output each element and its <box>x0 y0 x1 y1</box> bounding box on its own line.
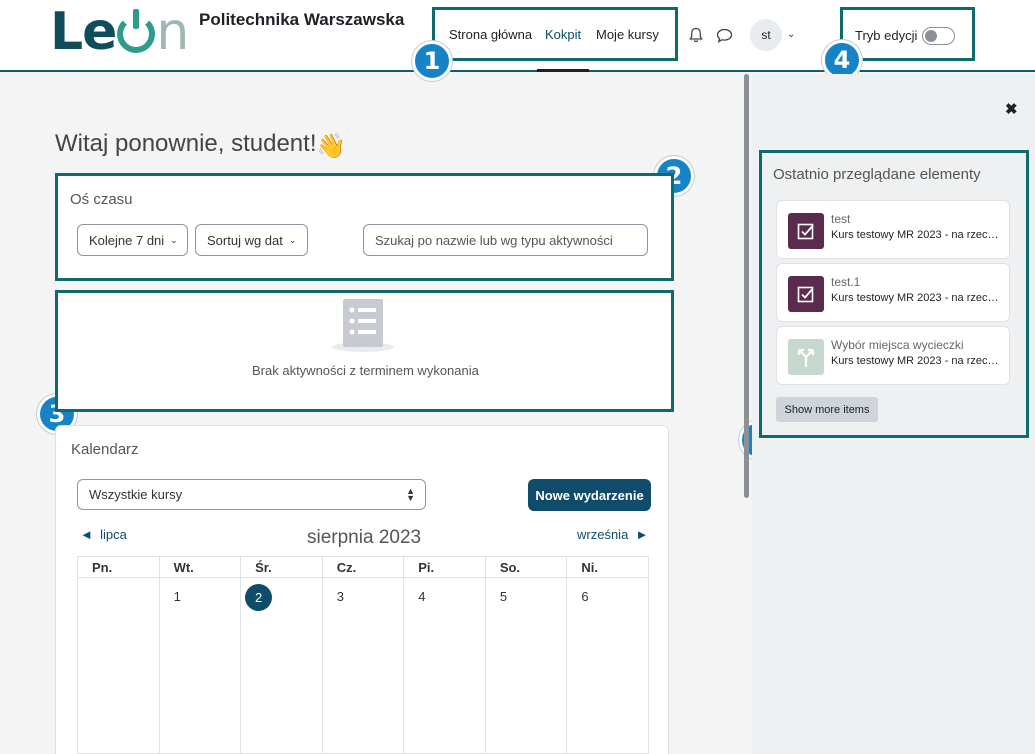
bell-icon[interactable] <box>688 27 704 43</box>
weekday-header: So. <box>484 556 568 578</box>
next-month-link[interactable]: września ► <box>577 527 648 542</box>
weekday-header: Pn. <box>77 556 160 578</box>
today-marker: 2 <box>245 584 273 611</box>
recent-item-name: Wybór miejsca wycieczki <box>831 338 964 352</box>
calendar-day-empty <box>77 577 160 754</box>
recent-items-title: Ostatnio przeglądane elementy <box>773 166 981 183</box>
chevron-down-icon: ⌄ <box>170 234 178 245</box>
recent-item-course: Kurs testowy MR 2023 - na rzeczy... <box>831 355 1001 367</box>
calendar-day[interactable]: 6 <box>566 577 649 754</box>
calendar-course-select[interactable]: Wszystkie kursy ▲ ▼ <box>77 479 426 510</box>
recent-item-course: Kurs testowy MR 2023 - na rzeczy... <box>831 229 1001 241</box>
calendar-day[interactable]: 3 <box>321 577 405 754</box>
assignment-icon <box>788 213 824 249</box>
timeline-search-input[interactable]: Szukaj po nazwie lub wg typu aktywności <box>363 224 648 256</box>
recent-item-name: test.1 <box>831 275 861 289</box>
user-avatar[interactable]: st <box>750 19 782 51</box>
timeline-range-dropdown[interactable]: Kolejne 7 dni ⌄ <box>77 224 188 256</box>
prev-month-link[interactable]: ◄ lipca <box>80 527 127 542</box>
weekday-header: Ni. <box>566 556 649 578</box>
edit-mode-toggle[interactable] <box>922 27 955 45</box>
empty-list-icon <box>332 299 394 352</box>
power-icon <box>117 9 156 53</box>
prev-month-label: lipca <box>100 527 127 542</box>
logo-text-right: n <box>156 2 189 62</box>
nav-my-courses[interactable]: Moje kursy <box>596 27 659 42</box>
show-more-button[interactable]: Show more items <box>776 397 878 422</box>
waving-hand-icon: 👋 <box>316 133 346 160</box>
new-event-button[interactable]: Nowe wydarzenie <box>528 479 651 511</box>
calendar-title: Kalendarz <box>71 441 139 458</box>
site-name: Politechnika Warszawska <box>199 10 405 29</box>
step-badge-1: 1 <box>412 41 452 81</box>
site-logo[interactable]: Le n <box>50 2 189 62</box>
chevron-down-icon[interactable]: ⌄ <box>787 29 795 40</box>
current-month-label: sierpnia 2023 <box>307 527 422 548</box>
chevron-down-icon: ⌄ <box>288 234 297 245</box>
logo-text-left: Le <box>50 2 117 62</box>
weekday-header: Wt. <box>158 556 242 578</box>
recent-item[interactable]: test Kurs testowy MR 2023 - na rzeczy... <box>776 200 1010 259</box>
calendar-grid: Pn. Wt. Śr. Cz. Pi. So. Ni. 1 2 3 4 5 6 <box>77 556 649 754</box>
timeline-title: Oś czasu <box>70 191 133 208</box>
assignment-icon <box>788 276 824 312</box>
chat-icon[interactable] <box>716 28 733 43</box>
choice-icon <box>788 339 824 375</box>
timeline-sort-dropdown[interactable]: Sortuj wg dat ⌄ <box>195 224 308 256</box>
weekday-header: Śr. <box>240 556 323 578</box>
timeline-range-label: Kolejne 7 dni <box>89 232 165 248</box>
weekday-header: Pi. <box>403 556 486 578</box>
recent-item-course: Kurs testowy MR 2023 - na rzeczy... <box>831 292 1001 304</box>
nav-home[interactable]: Strona główna <box>449 27 532 42</box>
calendar-day-today[interactable]: 2 <box>240 577 323 754</box>
main-scrollbar[interactable] <box>744 74 749 498</box>
page-title: Witaj ponownie, student! <box>55 130 317 157</box>
calendar-course-value: Wszystkie kursy <box>89 487 183 502</box>
recent-item-name: test <box>831 212 851 226</box>
next-month-label: września <box>577 527 629 542</box>
weekday-header: Cz. <box>321 556 405 578</box>
calendar-day[interactable]: 5 <box>484 577 568 754</box>
calendar-day[interactable]: 4 <box>403 577 486 754</box>
timeline-empty-message: Brak aktywności z terminem wykonania <box>252 363 479 378</box>
edit-mode-label: Tryb edycji <box>855 28 918 43</box>
toggle-knob <box>925 30 937 42</box>
timeline-sort-label: Sortuj wg dat <box>207 232 283 248</box>
recent-item[interactable]: Wybór miejsca wycieczki Kurs testowy MR … <box>776 326 1010 385</box>
calendar-day[interactable]: 1 <box>158 577 242 754</box>
nav-dashboard[interactable]: Kokpit <box>545 27 581 42</box>
nav-active-indicator <box>537 69 589 72</box>
recent-item[interactable]: test.1 Kurs testowy MR 2023 - na rzeczy.… <box>776 263 1010 322</box>
close-icon[interactable]: ✖ <box>1005 100 1018 118</box>
select-arrows-icon: ▲ ▼ <box>406 486 415 503</box>
